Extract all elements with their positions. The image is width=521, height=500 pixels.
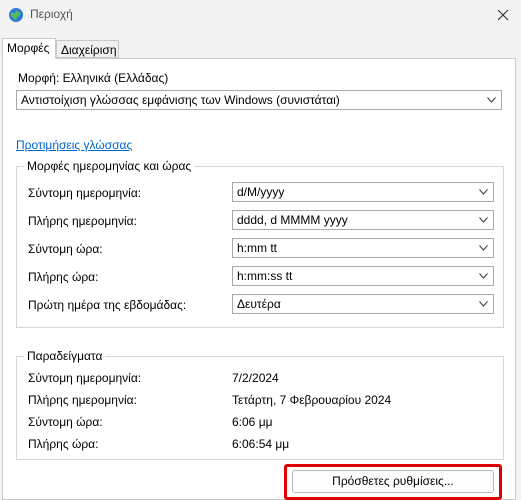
- short-date-value: d/M/yyyy: [237, 185, 285, 199]
- short-date-select[interactable]: d/M/yyyy: [232, 182, 494, 202]
- chevron-down-icon: [479, 301, 488, 307]
- globe-icon: [8, 7, 24, 23]
- long-date-select[interactable]: dddd, d MMMM yyyy: [232, 210, 494, 230]
- window-title: Περιοχή: [30, 7, 73, 21]
- example-short-time-value: 6:06 μμ: [232, 415, 273, 429]
- example-long-date-label: Πλήρης ημερομηνία:: [28, 393, 137, 407]
- long-date-value: dddd, d MMMM yyyy: [237, 213, 348, 227]
- tab-formats[interactable]: Μορφές: [2, 38, 56, 59]
- example-long-time-label: Πλήρης ώρα:: [28, 437, 99, 451]
- example-short-date-value: 7/2/2024: [232, 371, 279, 385]
- long-date-label: Πλήρης ημερομηνία:: [28, 214, 137, 228]
- chevron-down-icon: [479, 217, 488, 223]
- close-button[interactable]: [485, 0, 521, 30]
- format-select-value: Αντιστοίχιση γλώσσας εμφάνισης των Windo…: [21, 93, 340, 107]
- long-time-select[interactable]: h:mm:ss tt: [232, 266, 494, 286]
- close-icon: [497, 9, 509, 21]
- chevron-down-icon: [479, 189, 488, 195]
- datetime-formats-title: Μορφές ημερομηνίας και ώρας: [24, 159, 195, 173]
- long-time-value: h:mm:ss tt: [237, 269, 293, 283]
- short-time-select[interactable]: h:mm tt: [232, 238, 494, 258]
- first-day-label: Πρώτη ημέρα της εβδομάδας:: [28, 298, 187, 312]
- short-time-value: h:mm tt: [237, 241, 278, 255]
- format-select[interactable]: Αντιστοίχιση γλώσσας εμφάνισης των Windo…: [16, 90, 502, 110]
- chevron-down-icon: [487, 97, 496, 103]
- title-bar: Περιοχή: [0, 0, 521, 30]
- example-short-date-label: Σύντομη ημερομηνία:: [28, 371, 142, 385]
- example-short-time-label: Σύντομη ώρα:: [28, 415, 103, 429]
- example-long-date-value: Τετάρτη, 7 Φεβρουαρίου 2024: [232, 393, 392, 407]
- chevron-down-icon: [479, 245, 488, 251]
- first-day-value: Δευτέρα: [237, 297, 281, 311]
- additional-settings-button[interactable]: Πρόσθετες ρυθμίσεις...: [292, 470, 494, 493]
- short-time-label: Σύντομη ώρα:: [28, 242, 103, 256]
- format-label: Μορφή: Ελληνικά (Ελλάδας): [18, 71, 169, 85]
- language-preferences-link[interactable]: Προτιμήσεις γλώσσας: [16, 138, 132, 152]
- first-day-select[interactable]: Δευτέρα: [232, 294, 494, 314]
- short-date-label: Σύντομη ημερομηνία:: [28, 186, 142, 200]
- tab-administrative[interactable]: Διαχείριση: [56, 40, 119, 58]
- chevron-down-icon: [479, 273, 488, 279]
- examples-title: Παραδείγματα: [24, 349, 106, 363]
- example-long-time-value: 6:06:54 μμ: [232, 437, 290, 451]
- long-time-label: Πλήρης ώρα:: [28, 270, 99, 284]
